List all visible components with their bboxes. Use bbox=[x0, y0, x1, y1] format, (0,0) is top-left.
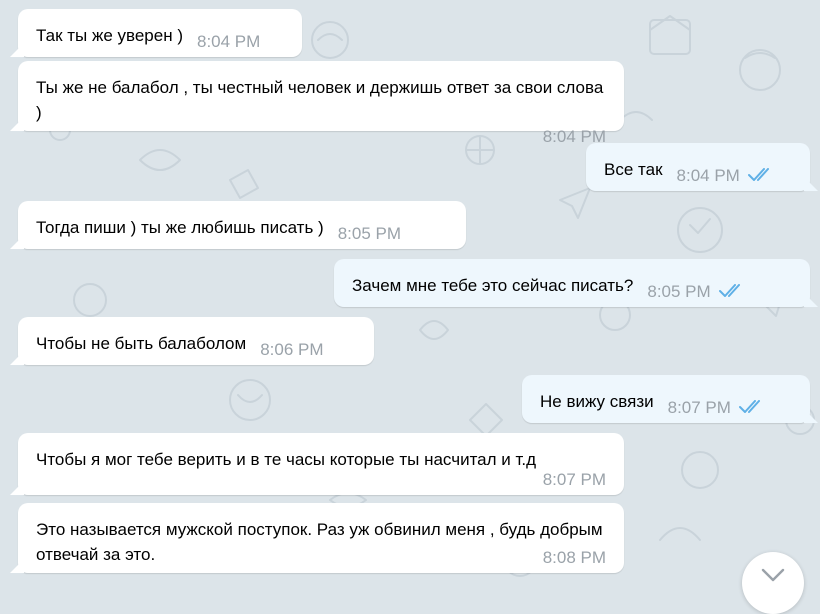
message-incoming: Чтобы не быть балаболом 8:06 PM bbox=[18, 317, 374, 365]
message-list[interactable]: Так ты же уверен ) 8:04 PM Ты же не балаб… bbox=[0, 0, 820, 584]
message-time: 8:04 PM bbox=[197, 32, 261, 51]
double-check-icon bbox=[718, 284, 740, 297]
message-text: Ты же не балабол , ты честный человек и … bbox=[36, 78, 604, 122]
message-time: 8:08 PM bbox=[542, 548, 606, 567]
message-incoming: Так ты же уверен ) 8:04 PM bbox=[18, 9, 302, 57]
chevron-down-icon bbox=[761, 568, 785, 582]
message-incoming: Тогда пиши ) ты же любишь писать ) 8:05 P… bbox=[18, 201, 466, 249]
message-time: 8:07 PM bbox=[542, 470, 606, 489]
message-incoming: Ты же не балабол , ты честный человек и … bbox=[18, 61, 624, 146]
message-outgoing: Зачем мне тебе это сейчас писать? 8:05 PM bbox=[334, 259, 810, 307]
message-text: Тогда пиши ) ты же любишь писать ) bbox=[36, 218, 324, 237]
message-incoming: Это называется мужской поступок. Раз уж … bbox=[18, 503, 624, 573]
message-text: Не вижу связи bbox=[540, 392, 654, 411]
message-time: 8:07 PM bbox=[668, 395, 765, 420]
message-time: 8:05 PM bbox=[337, 224, 402, 243]
message-time: 8:06 PM bbox=[260, 340, 324, 359]
message-time: 8:04 PM bbox=[542, 127, 606, 146]
message-time: 8:05 PM bbox=[647, 279, 744, 304]
message-text: Так ты же уверен ) bbox=[36, 26, 183, 45]
message-outgoing: Не вижу связи 8:07 PM bbox=[522, 375, 810, 423]
message-time: 8:04 PM bbox=[677, 163, 774, 188]
message-text: Зачем мне тебе это сейчас писать? bbox=[352, 276, 634, 295]
double-check-icon bbox=[738, 400, 760, 413]
scroll-down-button[interactable] bbox=[742, 552, 804, 614]
message-text: Чтобы не быть балаболом bbox=[36, 334, 247, 353]
message-text: Все так bbox=[604, 160, 663, 179]
message-outgoing: Все так 8:04 PM bbox=[586, 143, 810, 191]
message-incoming: Чтобы я мог тебе верить и в те часы кото… bbox=[18, 433, 624, 495]
double-check-icon bbox=[747, 168, 769, 181]
